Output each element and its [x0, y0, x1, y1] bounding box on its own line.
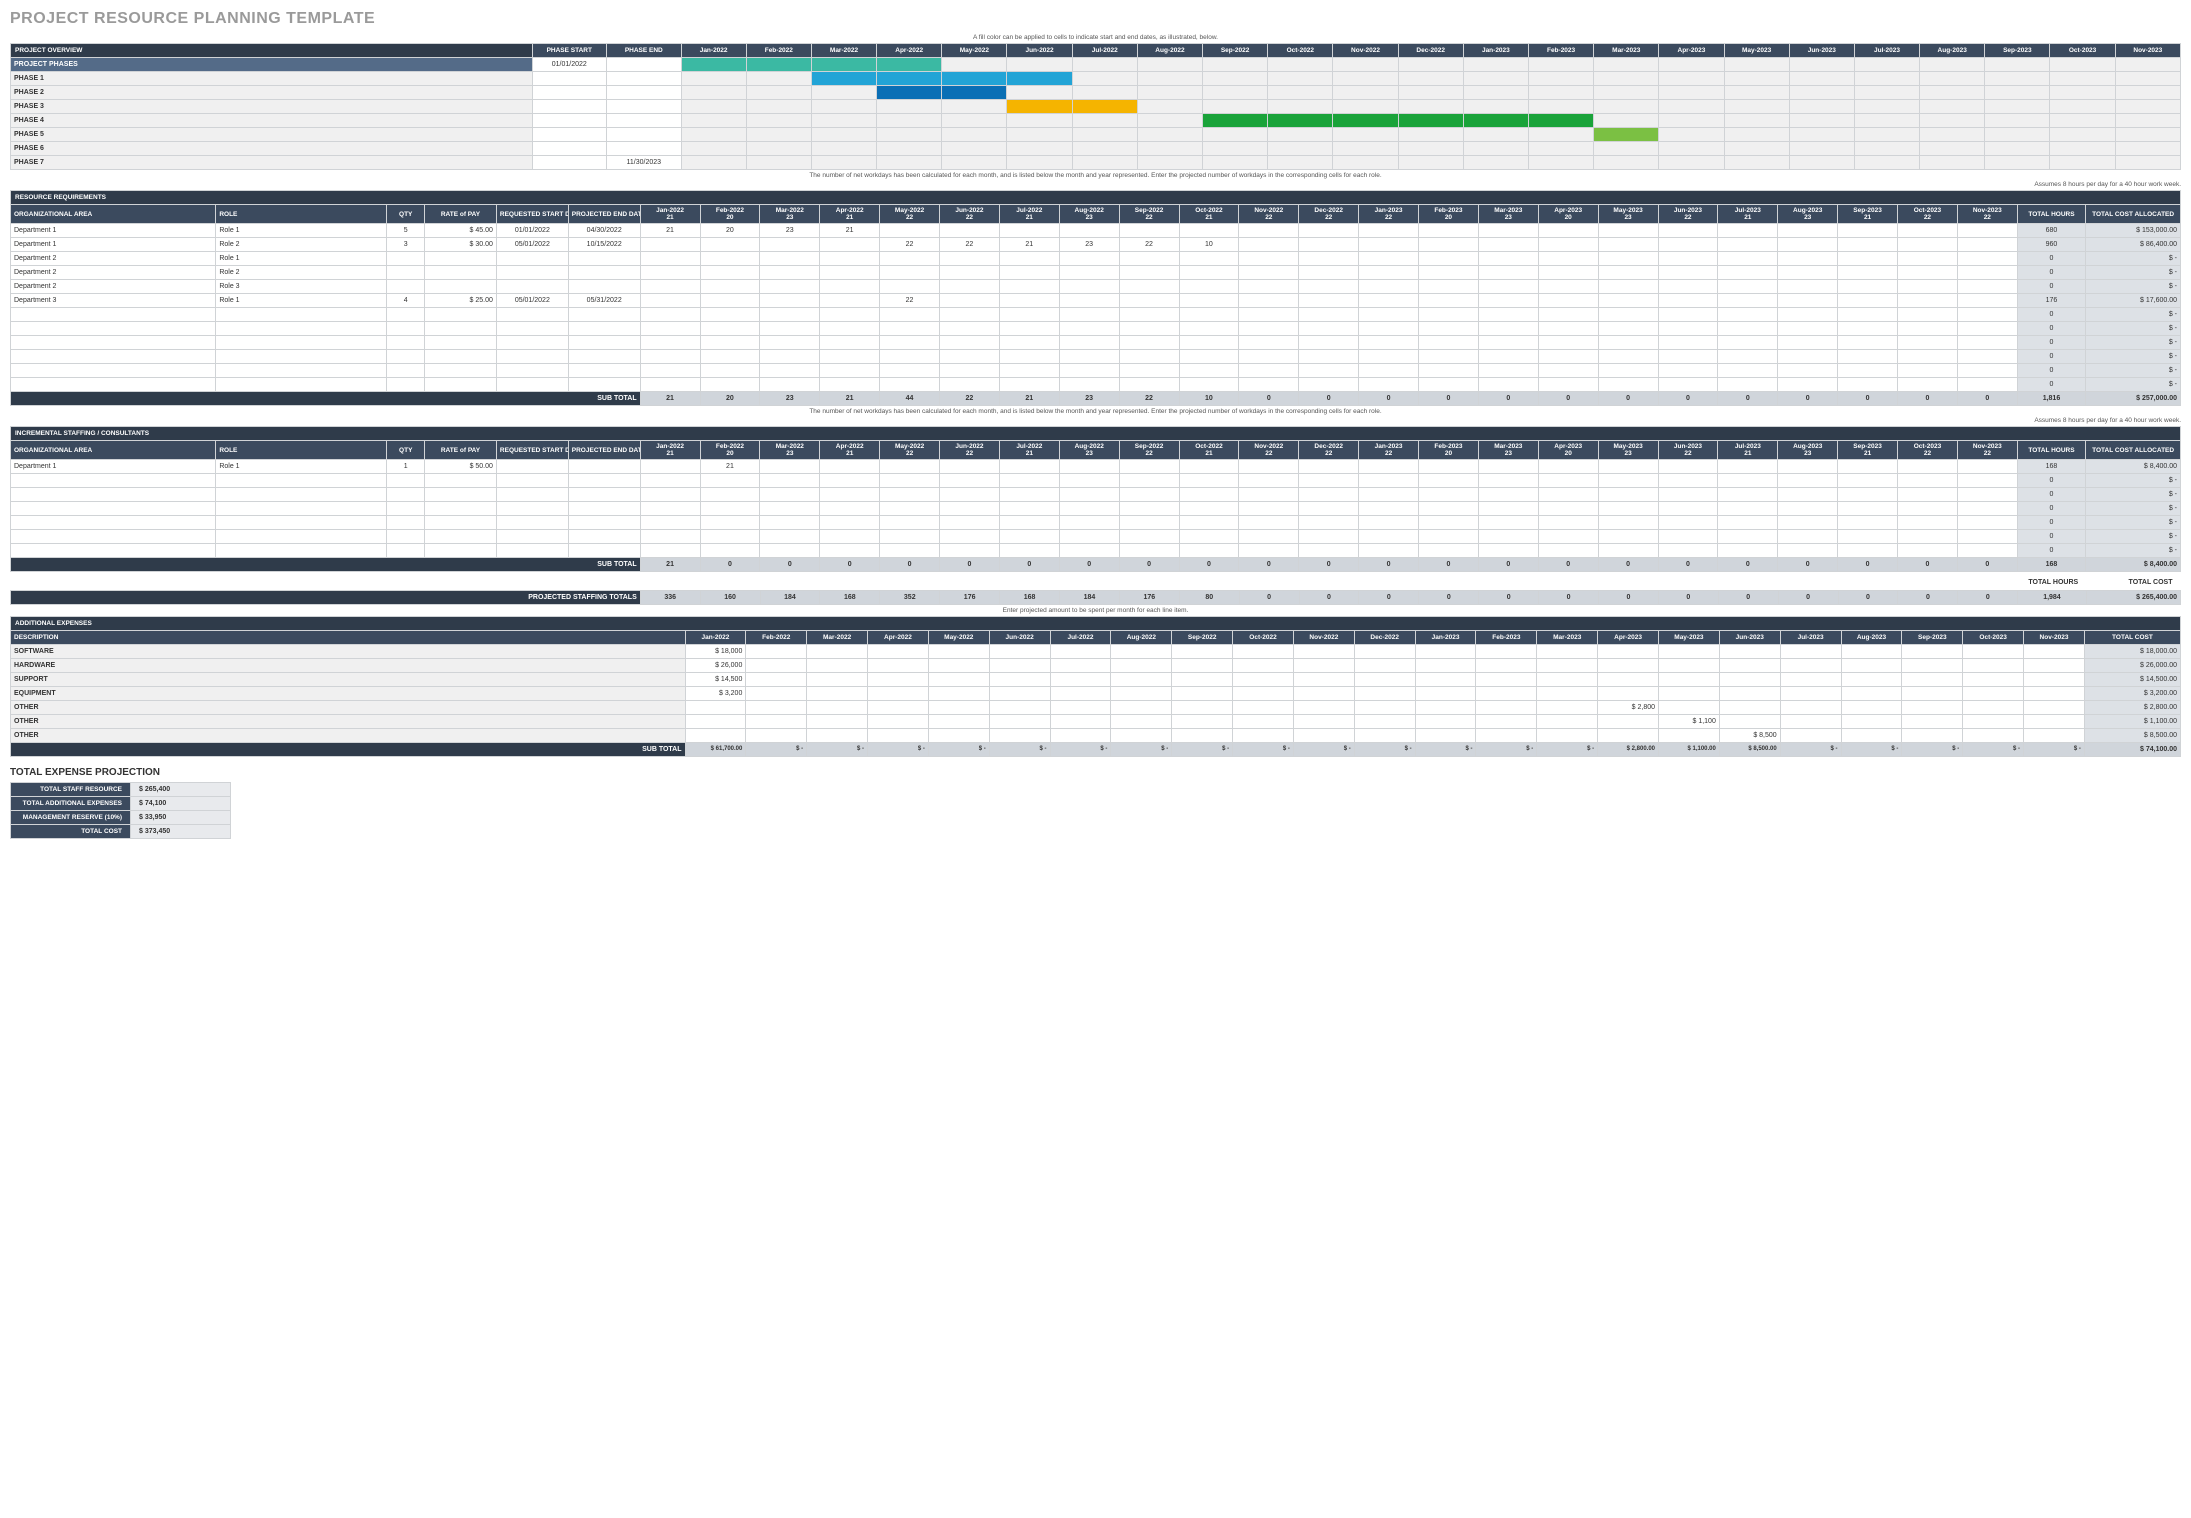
summary-row-label: MANAGEMENT RESERVE (10%): [11, 810, 131, 824]
expense-hint: Enter projected amount to be spent per m…: [10, 607, 2181, 614]
assumption-note-1: Assumes 8 hours per day for a 40 hour wo…: [10, 181, 2181, 188]
overview-table: PROJECT OVERVIEWPHASE STARTPHASE ENDJan-…: [10, 43, 2181, 170]
summary-row-label: TOTAL ADDITIONAL EXPENSES: [11, 796, 131, 810]
projected-totals-table: TOTAL HOURSTOTAL COST PROJECTED STAFFING…: [10, 576, 2181, 605]
workdays-note-1: The number of net workdays has been calc…: [10, 172, 2181, 179]
page-title: PROJECT RESOURCE PLANNING TEMPLATE: [10, 10, 2181, 28]
summary-row-label: TOTAL COST: [11, 824, 131, 838]
summary-row-label: TOTAL STAFF RESOURCE: [11, 782, 131, 796]
gantt-hint-note: A fill color can be applied to cells to …: [10, 34, 2181, 41]
expenses-header: ADDITIONAL EXPENSES: [11, 616, 2181, 630]
resource-header: RESOURCE REQUIREMENTS: [11, 191, 2181, 205]
incremental-table: INCREMENTAL STAFFING / CONSULTANTS ORGAN…: [10, 426, 2181, 572]
assumption-note-2: Assumes 8 hours per day for a 40 hour wo…: [10, 417, 2181, 424]
resource-table: RESOURCE REQUIREMENTS ORGANIZATIONAL ARE…: [10, 190, 2181, 406]
summary-header: TOTAL EXPENSE PROJECTION: [10, 767, 2181, 778]
expenses-table: ADDITIONAL EXPENSES DESCRIPTIONJan-2022F…: [10, 616, 2181, 757]
summary-table: TOTAL STAFF RESOURCE$ 265,400TOTAL ADDIT…: [10, 782, 231, 839]
incremental-header: INCREMENTAL STAFFING / CONSULTANTS: [11, 427, 2181, 441]
workdays-note-2: The number of net workdays has been calc…: [10, 408, 2181, 415]
